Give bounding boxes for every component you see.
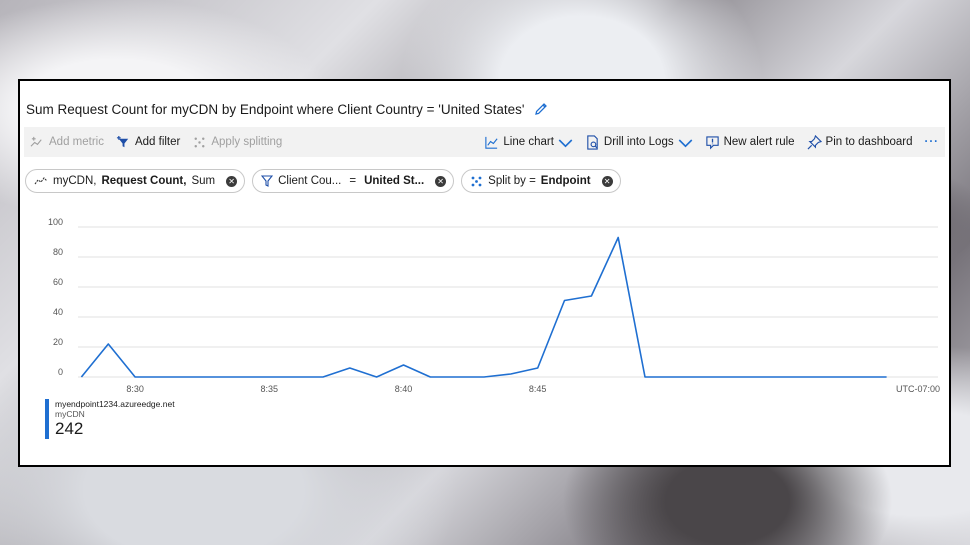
- drill-into-logs-label: Drill into Logs: [603, 136, 674, 148]
- y-tick-label: 80: [53, 247, 63, 257]
- chart-title-row: Sum Request Count for myCDN by Endpoint …: [26, 99, 549, 119]
- x-tick-label: 8:35: [261, 384, 279, 394]
- metric-pill-metric: Request Count,: [101, 175, 187, 187]
- remove-metric-icon[interactable]: ✕: [226, 175, 238, 187]
- more-options-label: ···: [924, 136, 939, 148]
- pin-to-dashboard-button[interactable]: Pin to dashboard: [801, 127, 919, 157]
- x-tick-label: 8:30: [126, 384, 144, 394]
- add-metric-button[interactable]: Add metric: [24, 127, 110, 157]
- chart-legend[interactable]: myendpoint1234.azureedge.net myCDN 242: [45, 399, 175, 439]
- split-pill[interactable]: Split by = Endpoint ✕: [461, 169, 621, 193]
- chart-pills: myCDN, Request Count, Sum ✕ Client Cou..…: [25, 169, 621, 193]
- logs-icon: [587, 134, 598, 150]
- new-alert-rule-button[interactable]: New alert rule: [699, 127, 801, 157]
- drill-into-logs-dropdown[interactable]: Drill into Logs: [579, 127, 699, 157]
- legend-total: 242: [55, 419, 84, 438]
- y-tick-label: 100: [48, 217, 63, 227]
- remove-split-icon[interactable]: ✕: [601, 175, 613, 187]
- chevron-down-icon: [558, 138, 573, 147]
- filter-pill[interactable]: Client Cou... = United St... ✕: [252, 169, 455, 193]
- add-metric-label: Add metric: [49, 136, 104, 148]
- add-metric-icon: [30, 136, 42, 147]
- y-tick-label: 0: [58, 367, 63, 377]
- edit-pencil-icon[interactable]: [533, 101, 549, 117]
- split-icon: [471, 176, 482, 186]
- x-tick-label: 8:40: [395, 384, 413, 394]
- timezone-label: UTC-07:00: [896, 384, 940, 394]
- y-tick-label: 40: [53, 307, 63, 317]
- x-tick-label: 8:45: [529, 384, 547, 394]
- split-pill-value: Endpoint: [540, 175, 591, 187]
- apply-splitting-icon: [194, 137, 205, 147]
- apply-splitting-button[interactable]: Apply splitting: [186, 127, 288, 157]
- filter-pill-label: Client Cou...: [278, 175, 342, 187]
- chevron-down-icon: [678, 138, 692, 147]
- chart-svg: 0 20 40 60 80 100 8:30 8:35 8:40 8:45 UTC-07:00: [48, 217, 940, 394]
- new-alert-rule-label: New alert rule: [723, 136, 795, 148]
- line-chart: 0 20 40 60 80 100 8:30 8:35 8:40 8:45 UTC-07:00: [20, 206, 949, 396]
- chart-type-label: Line chart: [503, 136, 554, 148]
- remove-filter-icon[interactable]: ✕: [435, 175, 447, 187]
- pin-icon: [807, 134, 822, 149]
- metric-pill-resource: myCDN,: [53, 175, 97, 187]
- add-filter-icon: [116, 135, 129, 147]
- chart-toolbar: Add metric Add filter Apply splitting Li…: [24, 127, 945, 157]
- y-tick-label: 60: [53, 277, 63, 287]
- chart-title: Sum Request Count for myCDN by Endpoint …: [26, 101, 525, 117]
- add-filter-button[interactable]: Add filter: [110, 127, 186, 157]
- metric-pill-agg: Sum: [191, 175, 216, 187]
- line-chart-icon: [485, 136, 498, 149]
- chart-type-dropdown[interactable]: Line chart: [478, 127, 579, 157]
- filter-pill-op: =: [349, 175, 357, 187]
- series-line: [80, 236, 887, 378]
- legend-endpoint: myendpoint1234.azureedge.net: [55, 399, 175, 409]
- metric-pill[interactable]: myCDN, Request Count, Sum ✕: [25, 169, 246, 193]
- legend-resource: myCDN: [55, 409, 85, 419]
- metric-sparkline-icon: [34, 177, 48, 185]
- filter-pill-value: United St...: [364, 175, 425, 187]
- alert-icon: [705, 135, 719, 149]
- pin-to-dashboard-label: Pin to dashboard: [825, 136, 913, 148]
- more-options-button[interactable]: ···: [919, 127, 946, 157]
- add-filter-label: Add filter: [134, 136, 181, 148]
- metrics-chart-panel: Sum Request Count for myCDN by Endpoint …: [18, 79, 951, 467]
- split-pill-label: Split by =: [488, 175, 536, 187]
- filter-icon: [261, 175, 274, 187]
- y-tick-label: 20: [53, 337, 63, 347]
- apply-splitting-label: Apply splitting: [211, 136, 283, 148]
